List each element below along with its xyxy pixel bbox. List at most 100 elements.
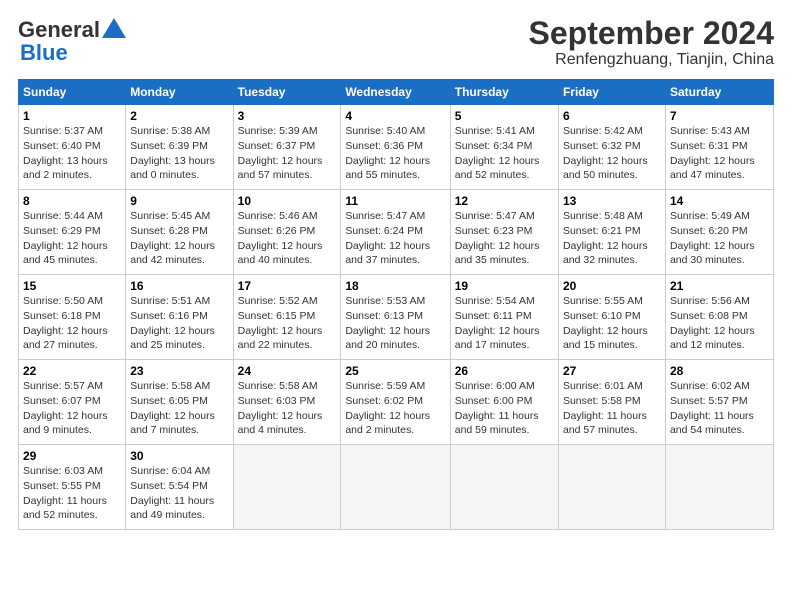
day-number: 8 <box>23 194 121 208</box>
table-row: 8 Sunrise: 5:44 AMSunset: 6:29 PMDayligh… <box>19 190 126 275</box>
day-number: 6 <box>563 109 661 123</box>
table-row: 1 Sunrise: 5:37 AMSunset: 6:40 PMDayligh… <box>19 105 126 190</box>
day-info: Sunrise: 5:55 AMSunset: 6:10 PMDaylight:… <box>563 295 648 351</box>
table-row: 9 Sunrise: 5:45 AMSunset: 6:28 PMDayligh… <box>126 190 233 275</box>
table-row: 6 Sunrise: 5:42 AMSunset: 6:32 PMDayligh… <box>558 105 665 190</box>
table-row: 24 Sunrise: 5:58 AMSunset: 6:03 PMDaylig… <box>233 360 341 445</box>
day-info: Sunrise: 5:47 AMSunset: 6:24 PMDaylight:… <box>345 210 430 266</box>
day-number: 15 <box>23 279 121 293</box>
day-info: Sunrise: 6:03 AMSunset: 5:55 PMDaylight:… <box>23 465 107 521</box>
table-row: 15 Sunrise: 5:50 AMSunset: 6:18 PMDaylig… <box>19 275 126 360</box>
day-number: 11 <box>345 194 445 208</box>
table-row: 26 Sunrise: 6:00 AMSunset: 6:00 PMDaylig… <box>450 360 558 445</box>
table-row: 10 Sunrise: 5:46 AMSunset: 6:26 PMDaylig… <box>233 190 341 275</box>
table-row: 16 Sunrise: 5:51 AMSunset: 6:16 PMDaylig… <box>126 275 233 360</box>
day-number: 5 <box>455 109 554 123</box>
day-info: Sunrise: 6:00 AMSunset: 6:00 PMDaylight:… <box>455 380 539 436</box>
table-row <box>558 445 665 530</box>
calendar-header-row: Sunday Monday Tuesday Wednesday Thursday… <box>19 80 774 105</box>
col-saturday: Saturday <box>665 80 773 105</box>
day-info: Sunrise: 5:57 AMSunset: 6:07 PMDaylight:… <box>23 380 108 436</box>
day-number: 26 <box>455 364 554 378</box>
day-info: Sunrise: 6:02 AMSunset: 5:57 PMDaylight:… <box>670 380 754 436</box>
col-sunday: Sunday <box>19 80 126 105</box>
day-info: Sunrise: 5:54 AMSunset: 6:11 PMDaylight:… <box>455 295 540 351</box>
table-row <box>341 445 450 530</box>
day-info: Sunrise: 5:58 AMSunset: 6:03 PMDaylight:… <box>238 380 323 436</box>
day-number: 9 <box>130 194 228 208</box>
day-info: Sunrise: 5:49 AMSunset: 6:20 PMDaylight:… <box>670 210 755 266</box>
day-number: 12 <box>455 194 554 208</box>
day-info: Sunrise: 6:01 AMSunset: 5:58 PMDaylight:… <box>563 380 647 436</box>
calendar-week-row: 8 Sunrise: 5:44 AMSunset: 6:29 PMDayligh… <box>19 190 774 275</box>
table-row: 5 Sunrise: 5:41 AMSunset: 6:34 PMDayligh… <box>450 105 558 190</box>
table-row: 27 Sunrise: 6:01 AMSunset: 5:58 PMDaylig… <box>558 360 665 445</box>
day-info: Sunrise: 5:45 AMSunset: 6:28 PMDaylight:… <box>130 210 215 266</box>
day-info: Sunrise: 5:56 AMSunset: 6:08 PMDaylight:… <box>670 295 755 351</box>
day-number: 13 <box>563 194 661 208</box>
day-number: 25 <box>345 364 445 378</box>
calendar-week-row: 29 Sunrise: 6:03 AMSunset: 5:55 PMDaylig… <box>19 445 774 530</box>
table-row: 11 Sunrise: 5:47 AMSunset: 6:24 PMDaylig… <box>341 190 450 275</box>
day-number: 17 <box>238 279 337 293</box>
day-info: Sunrise: 5:42 AMSunset: 6:32 PMDaylight:… <box>563 125 648 181</box>
table-row: 25 Sunrise: 5:59 AMSunset: 6:02 PMDaylig… <box>341 360 450 445</box>
calendar-table: Sunday Monday Tuesday Wednesday Thursday… <box>18 79 774 530</box>
table-row <box>233 445 341 530</box>
table-row: 2 Sunrise: 5:38 AMSunset: 6:39 PMDayligh… <box>126 105 233 190</box>
table-row: 17 Sunrise: 5:52 AMSunset: 6:15 PMDaylig… <box>233 275 341 360</box>
day-number: 4 <box>345 109 445 123</box>
day-info: Sunrise: 5:46 AMSunset: 6:26 PMDaylight:… <box>238 210 323 266</box>
table-row <box>665 445 773 530</box>
day-info: Sunrise: 5:53 AMSunset: 6:13 PMDaylight:… <box>345 295 430 351</box>
day-info: Sunrise: 5:52 AMSunset: 6:15 PMDaylight:… <box>238 295 323 351</box>
day-info: Sunrise: 5:43 AMSunset: 6:31 PMDaylight:… <box>670 125 755 181</box>
logo: General Blue <box>18 16 128 66</box>
col-wednesday: Wednesday <box>341 80 450 105</box>
table-row: 28 Sunrise: 6:02 AMSunset: 5:57 PMDaylig… <box>665 360 773 445</box>
day-number: 19 <box>455 279 554 293</box>
table-row: 4 Sunrise: 5:40 AMSunset: 6:36 PMDayligh… <box>341 105 450 190</box>
day-number: 16 <box>130 279 228 293</box>
calendar-week-row: 1 Sunrise: 5:37 AMSunset: 6:40 PMDayligh… <box>19 105 774 190</box>
table-row: 20 Sunrise: 5:55 AMSunset: 6:10 PMDaylig… <box>558 275 665 360</box>
day-number: 14 <box>670 194 769 208</box>
table-row: 13 Sunrise: 5:48 AMSunset: 6:21 PMDaylig… <box>558 190 665 275</box>
location-subtitle: Renfengzhuang, Tianjin, China <box>529 51 774 69</box>
logo-icon <box>100 16 128 44</box>
day-info: Sunrise: 5:41 AMSunset: 6:34 PMDaylight:… <box>455 125 540 181</box>
calendar-week-row: 15 Sunrise: 5:50 AMSunset: 6:18 PMDaylig… <box>19 275 774 360</box>
day-number: 27 <box>563 364 661 378</box>
day-info: Sunrise: 5:44 AMSunset: 6:29 PMDaylight:… <box>23 210 108 266</box>
calendar-week-row: 22 Sunrise: 5:57 AMSunset: 6:07 PMDaylig… <box>19 360 774 445</box>
table-row: 14 Sunrise: 5:49 AMSunset: 6:20 PMDaylig… <box>665 190 773 275</box>
table-row: 29 Sunrise: 6:03 AMSunset: 5:55 PMDaylig… <box>19 445 126 530</box>
month-year-title: September 2024 <box>529 16 774 51</box>
day-number: 28 <box>670 364 769 378</box>
day-number: 30 <box>130 449 228 463</box>
day-number: 24 <box>238 364 337 378</box>
day-number: 18 <box>345 279 445 293</box>
day-info: Sunrise: 5:38 AMSunset: 6:39 PMDaylight:… <box>130 125 215 181</box>
day-info: Sunrise: 5:40 AMSunset: 6:36 PMDaylight:… <box>345 125 430 181</box>
logo-blue: Blue <box>20 40 68 66</box>
table-row: 3 Sunrise: 5:39 AMSunset: 6:37 PMDayligh… <box>233 105 341 190</box>
day-number: 22 <box>23 364 121 378</box>
table-row: 22 Sunrise: 5:57 AMSunset: 6:07 PMDaylig… <box>19 360 126 445</box>
table-row: 18 Sunrise: 5:53 AMSunset: 6:13 PMDaylig… <box>341 275 450 360</box>
day-number: 23 <box>130 364 228 378</box>
table-row <box>450 445 558 530</box>
day-number: 1 <box>23 109 121 123</box>
day-info: Sunrise: 5:37 AMSunset: 6:40 PMDaylight:… <box>23 125 108 181</box>
table-row: 21 Sunrise: 5:56 AMSunset: 6:08 PMDaylig… <box>665 275 773 360</box>
day-number: 29 <box>23 449 121 463</box>
day-number: 2 <box>130 109 228 123</box>
day-number: 7 <box>670 109 769 123</box>
title-section: September 2024 Renfengzhuang, Tianjin, C… <box>529 16 774 69</box>
table-row: 23 Sunrise: 5:58 AMSunset: 6:05 PMDaylig… <box>126 360 233 445</box>
table-row: 30 Sunrise: 6:04 AMSunset: 5:54 PMDaylig… <box>126 445 233 530</box>
table-row: 12 Sunrise: 5:47 AMSunset: 6:23 PMDaylig… <box>450 190 558 275</box>
col-monday: Monday <box>126 80 233 105</box>
day-number: 21 <box>670 279 769 293</box>
day-number: 3 <box>238 109 337 123</box>
